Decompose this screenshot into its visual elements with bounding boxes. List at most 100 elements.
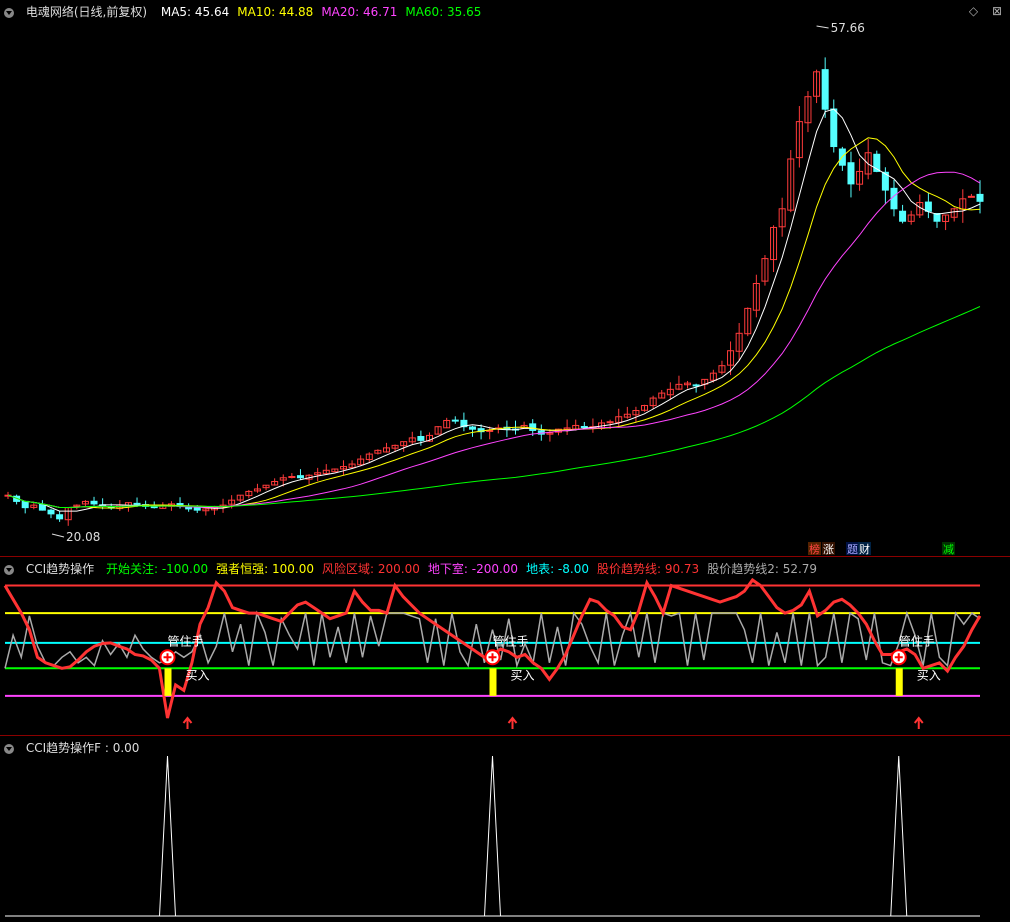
candle	[38, 500, 46, 511]
price-low-label: 20.08	[66, 530, 100, 544]
candle	[503, 420, 511, 437]
candle	[675, 375, 683, 391]
signal-label-0: 管住手	[168, 633, 204, 648]
candle-body	[529, 423, 537, 431]
ma-line-MA20	[7, 171, 981, 508]
candle	[434, 425, 442, 435]
price-chart[interactable]: 57.66 20.08 榜涨题财 减	[0, 0, 1010, 556]
candle	[262, 484, 270, 491]
candle	[666, 382, 674, 400]
candle	[718, 360, 726, 375]
candle	[305, 474, 313, 485]
candle	[408, 431, 416, 445]
candle-body	[47, 509, 55, 515]
candle-body	[976, 193, 984, 202]
candle	[64, 507, 72, 526]
ma-line-MA5	[7, 108, 981, 512]
candle	[813, 69, 821, 104]
candle-body	[133, 502, 141, 505]
candle	[787, 150, 795, 213]
candle	[90, 496, 98, 506]
candle	[856, 158, 864, 191]
candle	[460, 412, 468, 432]
price-high-label: 57.66	[831, 21, 865, 35]
candle	[752, 274, 760, 318]
candle	[236, 494, 244, 503]
ma-line-MA10	[7, 137, 981, 509]
buy-arrow-icon-1	[507, 716, 518, 729]
candle	[744, 307, 752, 337]
candle	[288, 473, 296, 479]
badge-3: 财	[859, 542, 870, 556]
buy-label-1: 买入	[511, 668, 535, 682]
price-high-pointer	[816, 25, 829, 29]
candle	[976, 180, 984, 214]
candle-body	[606, 421, 614, 424]
candle	[47, 508, 55, 519]
candle	[468, 425, 476, 437]
candle	[907, 210, 915, 225]
candle	[899, 204, 907, 224]
candle	[959, 189, 967, 223]
candle	[804, 91, 812, 133]
candle	[933, 213, 941, 228]
ma-line-MA60	[7, 306, 981, 508]
badge-4: 减	[943, 543, 954, 556]
candle	[357, 455, 365, 466]
candle	[615, 408, 623, 428]
candle-body	[967, 195, 975, 198]
candle	[21, 500, 29, 514]
candle	[641, 404, 649, 412]
candle-body	[847, 162, 855, 185]
candle	[314, 467, 322, 482]
cci-series-股价趋势线	[3, 577, 982, 719]
candle	[632, 406, 640, 423]
spike-0	[159, 755, 176, 917]
candle	[967, 193, 975, 198]
candle	[219, 498, 227, 513]
candle	[847, 151, 855, 198]
candle	[322, 464, 330, 475]
spike-2	[890, 755, 908, 917]
price-low-pointer	[51, 533, 65, 538]
candle	[202, 507, 210, 516]
cci-chart[interactable]: 管住手买入 管住手买入 管住手买入	[0, 557, 1010, 735]
spike-1	[484, 755, 501, 917]
candle	[623, 406, 631, 419]
f-chart[interactable]	[0, 736, 1010, 922]
candle-body	[56, 514, 64, 520]
buy-arrow-icon-0	[182, 716, 193, 729]
candle	[770, 225, 778, 273]
candle	[382, 442, 390, 453]
candle	[30, 502, 38, 510]
candle	[331, 468, 339, 473]
candle	[56, 511, 64, 522]
candle	[451, 416, 459, 424]
signal-bar-1	[489, 668, 497, 696]
buy-arrow-icon-2	[913, 716, 924, 729]
candle	[950, 207, 958, 222]
candle	[365, 452, 373, 462]
candle	[245, 489, 253, 499]
candle	[296, 469, 304, 480]
candle	[924, 192, 932, 219]
candle	[348, 460, 356, 469]
candle	[339, 460, 347, 476]
candle	[735, 323, 743, 361]
signal-label-1: 管住手	[493, 633, 529, 648]
candle-body	[90, 500, 98, 505]
candle	[81, 500, 89, 507]
f-panel: CCI趋势操作F : 0.00	[0, 736, 1010, 922]
candle	[795, 106, 803, 168]
badge-1: 涨	[823, 543, 834, 556]
candle-body	[296, 475, 304, 479]
candle-body	[288, 476, 296, 479]
candle	[253, 483, 261, 493]
candle-body	[451, 419, 459, 422]
badge-0: 榜	[809, 542, 820, 556]
badge-2: 题	[847, 543, 858, 556]
signal-bar-2	[895, 668, 903, 696]
candle	[185, 503, 193, 512]
candle	[761, 255, 769, 286]
signal-bar-0	[164, 668, 172, 696]
